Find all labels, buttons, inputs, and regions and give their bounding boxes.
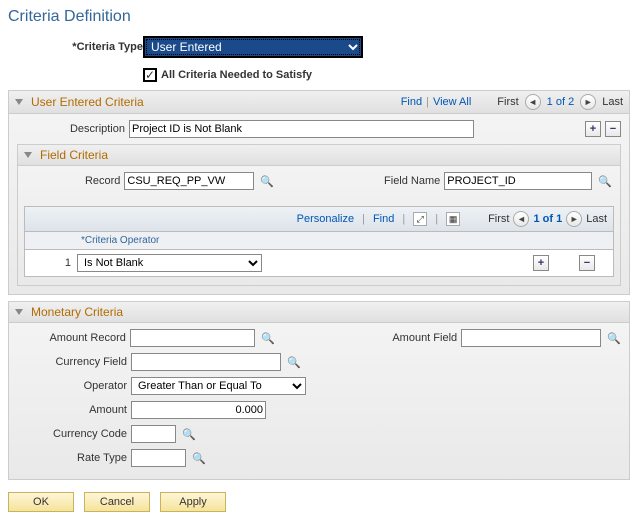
row-add-button[interactable]: + <box>533 255 549 271</box>
ok-button[interactable]: OK <box>8 492 74 512</box>
user-entered-title: User Entered Criteria <box>31 95 144 109</box>
operator-col-header: Criteria Operator <box>81 235 159 246</box>
rate-type-label: Rate Type <box>17 452 127 464</box>
page-title: Criteria Definition <box>8 8 638 26</box>
amount-field-input[interactable] <box>461 329 601 347</box>
currency-field-input[interactable] <box>131 353 281 371</box>
grid-counter: 1 of 1 <box>533 213 562 225</box>
last-label: Last <box>602 96 623 108</box>
next-button[interactable]: ► <box>580 94 596 110</box>
criteria-grid: Personalize | Find | ⤢ | ▦ First ◄ 1 of … <box>24 206 614 277</box>
amount-record-input[interactable] <box>130 329 255 347</box>
user-entered-header: User Entered Criteria Find | View All Fi… <box>9 91 629 114</box>
record-input[interactable] <box>124 172 254 190</box>
field-criteria-section: Field Criteria Record 🔍 Field Name 🔍 Per… <box>17 144 621 286</box>
field-criteria-header: Field Criteria <box>18 145 620 166</box>
button-bar: OK Cancel Apply <box>8 492 630 512</box>
operator-select[interactable]: Is Not Blank <box>77 254 262 272</box>
grid-first: First <box>488 213 509 225</box>
find-link[interactable]: Find <box>401 96 422 108</box>
counter[interactable]: 1 of 2 <box>547 96 575 108</box>
monetary-section: Monetary Criteria Amount Record 🔍 Amount… <box>8 301 630 480</box>
lookup-icon[interactable]: 🔍 <box>182 427 196 441</box>
collapse-icon[interactable] <box>15 309 23 315</box>
grid-last: Last <box>586 213 607 225</box>
amount-input[interactable] <box>131 401 266 419</box>
description-label: Description <box>17 123 125 135</box>
amount-field-label: Amount Field <box>299 332 457 344</box>
all-criteria-label: All Criteria Needed to Satisfy <box>161 69 312 81</box>
cancel-button[interactable]: Cancel <box>84 492 150 512</box>
download-icon[interactable]: ▦ <box>446 212 460 226</box>
currency-field-label: Currency Field <box>17 356 127 368</box>
table-row: 1 Is Not Blank + − <box>25 250 613 276</box>
all-criteria-checkbox[interactable]: ✓ <box>143 68 157 82</box>
currency-code-label: Currency Code <box>17 428 127 440</box>
grid-next-button[interactable]: ► <box>566 211 582 227</box>
amount-record-label: Amount Record <box>17 332 126 344</box>
apply-button[interactable]: Apply <box>160 492 226 512</box>
lookup-icon[interactable]: 🔍 <box>598 174 612 188</box>
monetary-header: Monetary Criteria <box>9 302 629 323</box>
lookup-icon[interactable]: 🔍 <box>287 355 301 369</box>
prev-button[interactable]: ◄ <box>525 94 541 110</box>
operator-label: Operator <box>17 380 127 392</box>
collapse-icon[interactable] <box>24 152 32 158</box>
monetary-operator-select[interactable]: Greater Than or Equal To <box>131 377 306 395</box>
criteria-type-select[interactable]: User Entered <box>143 36 363 58</box>
add-row-button[interactable]: + <box>585 121 601 137</box>
description-input[interactable] <box>129 120 474 138</box>
grid-prev-button[interactable]: ◄ <box>513 211 529 227</box>
record-label: Record <box>26 175 120 187</box>
field-criteria-title: Field Criteria <box>40 148 108 162</box>
lookup-icon[interactable]: 🔍 <box>260 174 274 188</box>
row-delete-button[interactable]: − <box>579 255 595 271</box>
rate-type-input[interactable] <box>131 449 186 467</box>
criteria-type-label: Criteria Type <box>8 41 143 53</box>
field-name-input[interactable] <box>444 172 592 190</box>
separator: | <box>426 96 429 108</box>
monetary-title: Monetary Criteria <box>31 305 123 319</box>
collapse-icon[interactable] <box>15 99 23 105</box>
lookup-icon[interactable]: 🔍 <box>192 451 206 465</box>
personalize-link[interactable]: Personalize <box>297 213 354 225</box>
delete-row-button[interactable]: − <box>605 121 621 137</box>
view-all-link[interactable]: View All <box>433 96 471 108</box>
amount-label: Amount <box>17 404 127 416</box>
lookup-icon[interactable]: 🔍 <box>607 331 621 345</box>
zoom-icon[interactable]: ⤢ <box>413 212 427 226</box>
lookup-icon[interactable]: 🔍 <box>261 331 275 345</box>
currency-code-input[interactable] <box>131 425 176 443</box>
row-num: 1 <box>31 257 71 269</box>
field-name-label: Field Name <box>308 175 440 187</box>
first-label: First <box>497 96 518 108</box>
grid-find-link[interactable]: Find <box>373 213 394 225</box>
user-entered-section: User Entered Criteria Find | View All Fi… <box>8 90 630 295</box>
